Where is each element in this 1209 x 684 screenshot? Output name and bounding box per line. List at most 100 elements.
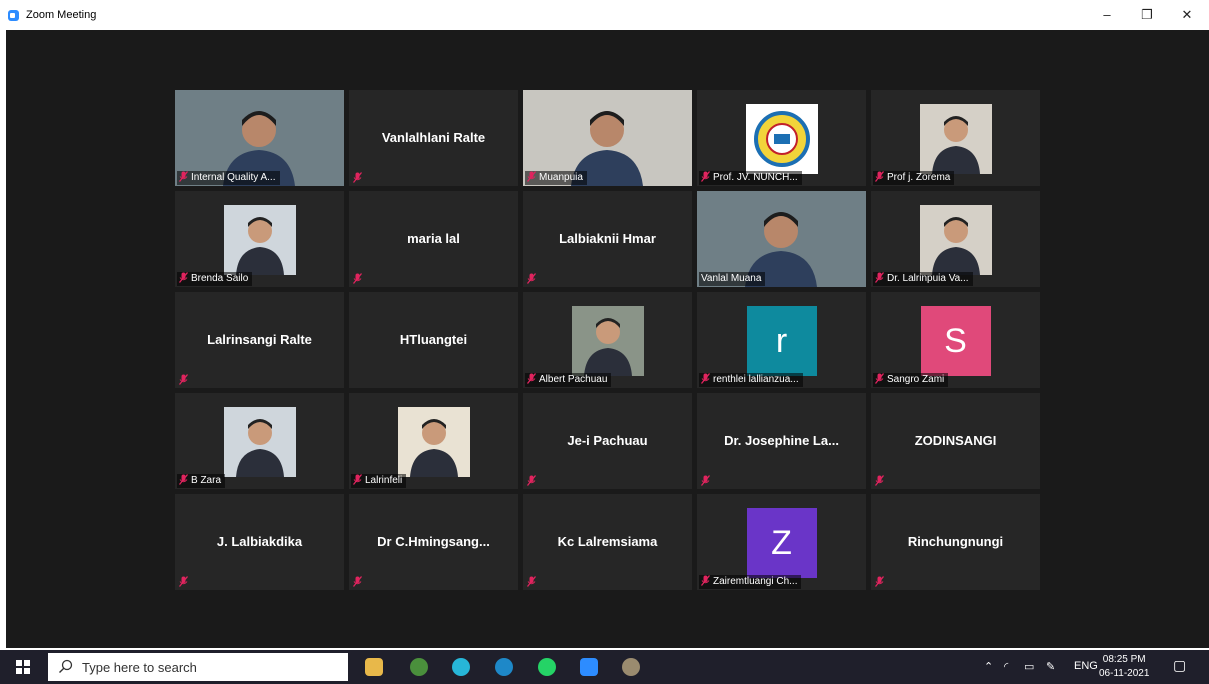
participant-tile[interactable]: Vanlalhlani Ralte [349, 90, 518, 186]
browser-icon[interactable] [452, 658, 470, 676]
whatsapp-icon[interactable] [538, 658, 556, 676]
participant-tile[interactable]: B Zara [175, 393, 344, 489]
participant-photo [919, 104, 992, 174]
participant-tile[interactable]: Vanlal Muana [697, 191, 866, 287]
participant-tile[interactable]: Muanpuia [523, 90, 692, 186]
participant-name: HTluangtei [399, 332, 468, 347]
participant-name-label: Muanpuia [525, 171, 587, 185]
participant-tile[interactable]: Je-i Pachuau [523, 393, 692, 489]
participant-name: Zairemtluangi Ch... [713, 576, 798, 587]
muted-mic-icon [875, 373, 884, 384]
participant-name: Internal Quality A... [191, 172, 276, 183]
windows-taskbar: Type here to search ⌃ ◜ ▭ ✎ ENG 08:25 PM… [0, 650, 1209, 684]
muted-mic-icon [179, 474, 188, 485]
participant-tile[interactable]: Dr. Lalrinpuia Va... [871, 191, 1040, 287]
participant-tile[interactable]: J. Lalbiakdika [175, 494, 344, 590]
participant-tile[interactable]: maria lal [349, 191, 518, 287]
windows-start-icon[interactable] [16, 660, 30, 674]
participant-tile[interactable]: Kc Lalremsiama [523, 494, 692, 590]
avatar: S [920, 306, 991, 376]
participant-name-label: Lalrinfeli [351, 474, 407, 488]
participant-name: Rinchungnungi [907, 534, 1004, 549]
participant-name: Prof j. Zorema [887, 172, 951, 183]
gallery-view: Internal Quality A... Vanlalhlani Ralte Mu… [6, 30, 1209, 648]
participant-tile[interactable]: Lalrinfeli [349, 393, 518, 489]
participant-name: maria lal [407, 231, 460, 246]
participant-photo [397, 407, 470, 477]
zoom-app-icon [8, 10, 19, 21]
edge-icon[interactable] [495, 658, 513, 676]
restore-button[interactable]: ❐ [1132, 4, 1162, 26]
participant-name: Muanpuia [539, 172, 583, 183]
participant-name: Dr. Josephine La... [724, 433, 839, 448]
participant-tile[interactable]: Prof. JV. NUNCH... [697, 90, 866, 186]
participant-tile[interactable]: r renthlei lallianzua... [697, 292, 866, 388]
participant-name-label: Vanlal Muana [699, 272, 766, 286]
muted-mic-icon [179, 272, 188, 283]
search-placeholder: Type here to search [82, 660, 197, 675]
participant-name-label: Prof. JV. NUNCH... [699, 171, 802, 185]
file-explorer-icon[interactable] [365, 658, 383, 676]
participant-tile[interactable]: Dr C.Hmingsang... [349, 494, 518, 590]
participant-tile[interactable]: HTluangtei [349, 292, 518, 388]
chrome-icon[interactable] [410, 658, 428, 676]
zoom-taskbar-icon[interactable] [580, 658, 598, 676]
participant-tile[interactable]: Z Zairemtluangi Ch... [697, 494, 866, 590]
participant-tile[interactable]: Dr. Josephine La... [697, 393, 866, 489]
participant-tile[interactable]: ZODINSANGI [871, 393, 1040, 489]
participant-tile[interactable]: Prof j. Zorema [871, 90, 1040, 186]
participant-name-label: Sangro Zami [873, 373, 949, 387]
participant-tile[interactable]: Rinchungnungi [871, 494, 1040, 590]
participant-name-label: Prof j. Zorema [873, 171, 955, 185]
muted-mic-icon [179, 374, 188, 385]
clock-time: 08:25 PM [1102, 654, 1146, 665]
participant-tile[interactable]: Lalrinsangi Ralte [175, 292, 344, 388]
paint-icon[interactable] [622, 658, 640, 676]
college-logo-image [745, 104, 818, 174]
close-button[interactable]: ✕ [1172, 4, 1202, 26]
participant-tile[interactable]: Internal Quality A... [175, 90, 344, 186]
participant-photo [223, 407, 296, 477]
language-indicator[interactable]: ENG [1074, 660, 1098, 672]
system-clock[interactable]: 08:25 PM 06-11-2021 [1099, 653, 1149, 681]
participant-name: Lalbiaknii Hmar [559, 231, 656, 246]
muted-mic-icon [527, 475, 536, 486]
muted-mic-icon [179, 171, 188, 182]
participant-tile[interactable]: Albert Pachuau [523, 292, 692, 388]
participant-photo [571, 306, 644, 376]
participant-name-label: Internal Quality A... [177, 171, 280, 185]
muted-mic-icon [875, 475, 884, 486]
pen-icon[interactable]: ✎ [1046, 660, 1055, 673]
wifi-icon[interactable]: ◜ [1004, 660, 1008, 673]
participant-name: ZODINSANGI [914, 433, 997, 448]
participant-name-label: Albert Pachuau [525, 373, 612, 387]
taskbar-search-box[interactable]: Type here to search [48, 653, 348, 681]
participant-name: renthlei lallianzua... [713, 374, 799, 385]
participant-tile[interactable]: Brenda Sailo [175, 191, 344, 287]
participant-name-label: Dr. Lalrinpuia Va... [873, 272, 973, 286]
muted-mic-icon [527, 171, 536, 182]
show-hidden-icons-icon[interactable]: ⌃ [984, 660, 993, 673]
participant-tile[interactable]: S Sangro Zami [871, 292, 1040, 388]
muted-mic-icon [701, 475, 710, 486]
muted-mic-icon [353, 474, 362, 485]
muted-mic-icon [701, 171, 710, 182]
muted-mic-icon [353, 576, 362, 587]
participant-name: Lalrinfeli [365, 475, 403, 486]
muted-mic-icon [353, 172, 362, 183]
participant-tile[interactable]: Lalbiaknii Hmar [523, 191, 692, 287]
participant-name: Je-i Pachuau [567, 433, 648, 448]
participant-name: Lalrinsangi Ralte [207, 332, 312, 347]
participant-name: Vanlal Muana [701, 273, 762, 284]
participant-name: Sangro Zami [887, 374, 945, 385]
battery-icon[interactable]: ▭ [1024, 660, 1034, 673]
minimize-button[interactable]: – [1092, 4, 1122, 26]
participant-name-label: B Zara [177, 474, 226, 488]
participant-name: Vanlalhlani Ralte [381, 130, 486, 145]
avatar: r [746, 306, 817, 376]
muted-mic-icon [701, 373, 710, 384]
participant-photo [223, 205, 296, 275]
notification-icon[interactable]: ▢ [1173, 657, 1186, 674]
muted-mic-icon [527, 273, 536, 284]
participant-name: Dr C.Hmingsang... [377, 534, 490, 549]
